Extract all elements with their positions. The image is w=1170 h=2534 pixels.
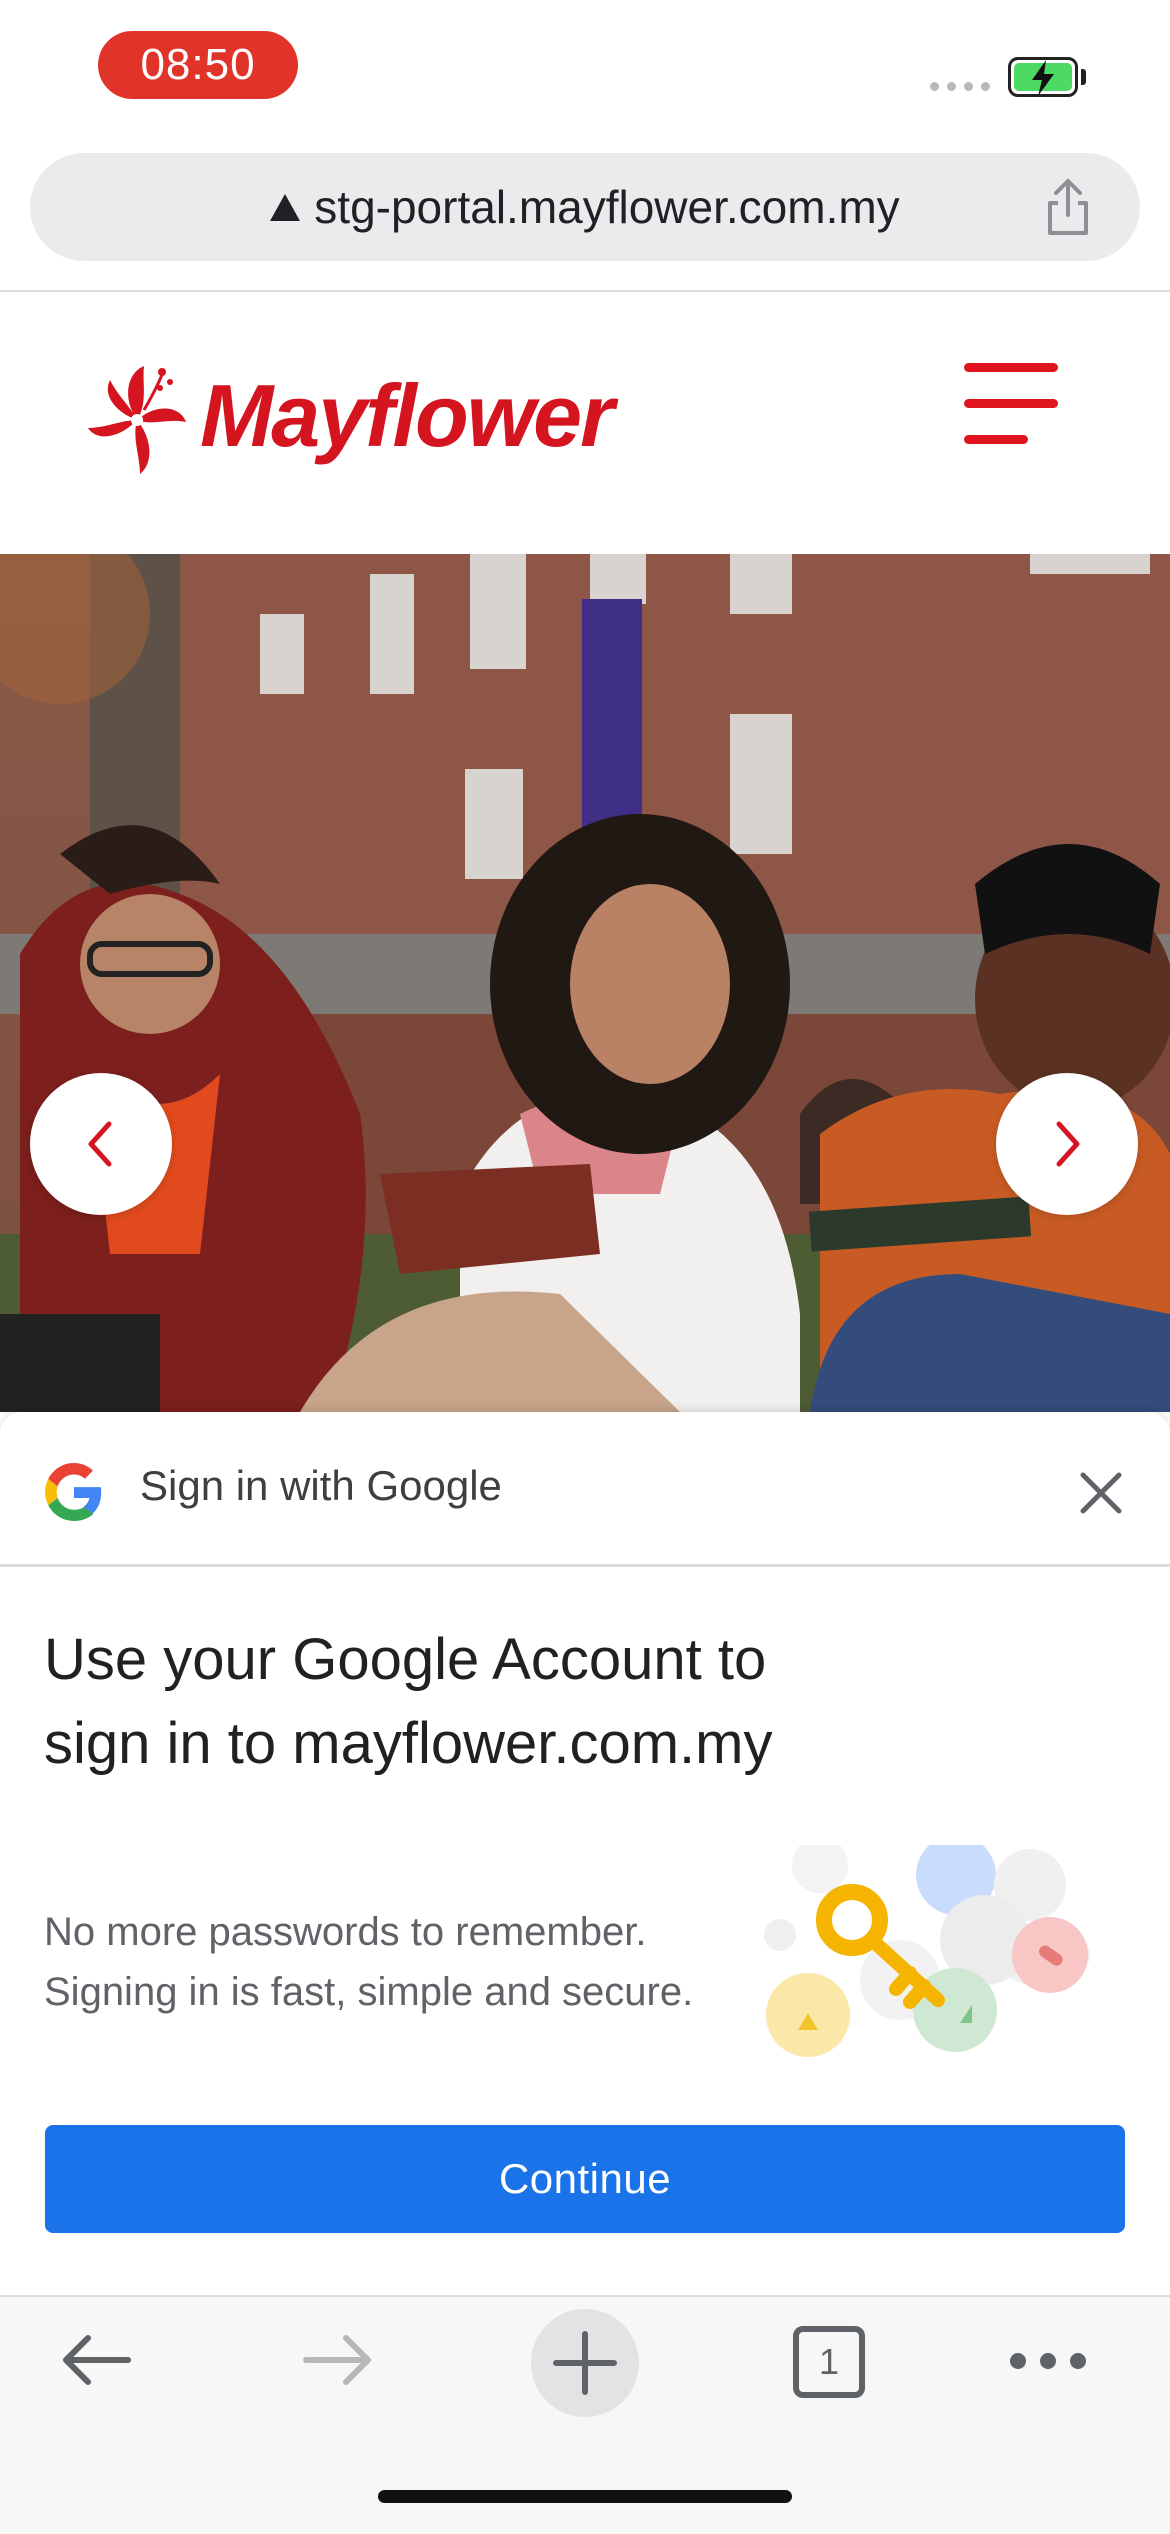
google-logo-icon — [45, 1463, 102, 1521]
sheet-header-title: Sign in with Google — [140, 1462, 502, 1509]
url-bar[interactable]: stg-portal.mayflower.com.my — [30, 153, 1140, 261]
home-indicator — [378, 2490, 792, 2503]
chevron-left-icon — [88, 1121, 112, 1167]
hamburger-menu-icon[interactable] — [962, 363, 1060, 445]
hero-image — [0, 554, 1170, 1412]
carousel-prev-button[interactable] — [30, 1073, 172, 1215]
more-icon[interactable] — [1010, 2353, 1086, 2369]
new-tab-icon — [553, 2331, 617, 2395]
share-icon[interactable] — [1036, 175, 1100, 239]
charging-bolt-icon — [1032, 60, 1054, 96]
mayflower-logo-text[interactable]: Mayflower — [200, 365, 614, 467]
carousel-next-button[interactable] — [996, 1073, 1138, 1215]
new-tab-button[interactable] — [531, 2309, 639, 2417]
continue-button[interactable]: Continue — [45, 2125, 1125, 2233]
warning-triangle-icon — [270, 193, 301, 221]
status-time: 08:50 — [98, 31, 298, 99]
sheet-headline: Use your Google Account to sign in to ma… — [44, 1627, 773, 1776]
sheet-subtext: No more passwords to remember. Signing i… — [44, 1910, 694, 2014]
forward-icon[interactable] — [300, 2330, 376, 2390]
url-text: stg-portal.mayflower.com.my — [314, 181, 900, 233]
chevron-right-icon — [1056, 1121, 1080, 1167]
battery-cap — [1081, 69, 1086, 85]
signal-icon — [930, 82, 990, 91]
close-icon[interactable] — [1073, 1465, 1129, 1521]
key-illustration-icon — [764, 1845, 1090, 2057]
sheet-divider — [0, 1564, 1170, 1567]
header-divider — [0, 290, 1170, 292]
back-icon[interactable] — [58, 2330, 134, 2390]
tabs-icon[interactable]: 1 — [793, 2326, 865, 2398]
mayflower-flower-icon[interactable] — [82, 358, 192, 483]
